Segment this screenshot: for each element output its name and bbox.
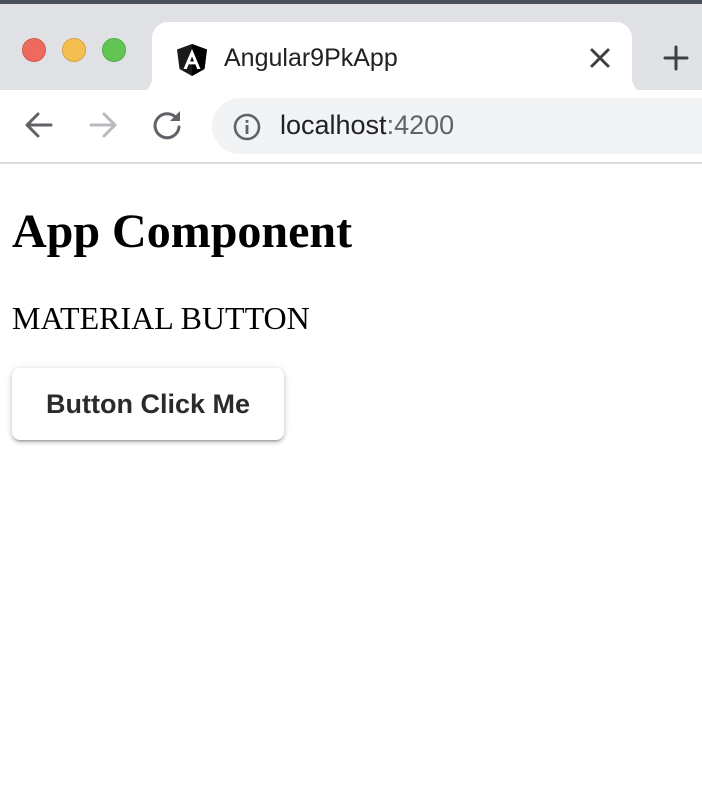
minimize-window-button[interactable] [62,38,86,62]
tab-title: Angular9PkApp [224,44,398,72]
info-icon[interactable] [232,112,262,142]
browser-toolbar: localhost:4200 [0,90,702,164]
section-label: MATERIAL BUTTON [12,300,310,336]
close-icon[interactable] [586,44,614,72]
browser-tab[interactable]: Angular9PkApp [152,22,632,94]
reload-icon[interactable] [150,108,184,142]
title-bar: Angular9PkApp [0,0,702,94]
close-window-button[interactable] [22,38,46,62]
arrow-left-icon[interactable] [22,108,56,142]
url-text[interactable]: localhost:4200 [280,110,454,141]
url-host: localhost [280,110,387,140]
page-content: App Component MATERIAL BUTTON Button Cli… [0,164,702,802]
angular-logo-icon [174,42,210,78]
browser-window: Angular9PkApp localhost:4200 App Compone… [0,0,702,802]
maximize-window-button[interactable] [102,38,126,62]
url-port: :4200 [386,110,455,140]
arrow-right-icon[interactable] [86,108,120,142]
plus-icon[interactable] [662,44,690,72]
address-bar[interactable]: localhost:4200 [212,98,702,154]
click-me-button[interactable]: Button Click Me [12,368,284,440]
page-title: App Component [12,205,353,258]
